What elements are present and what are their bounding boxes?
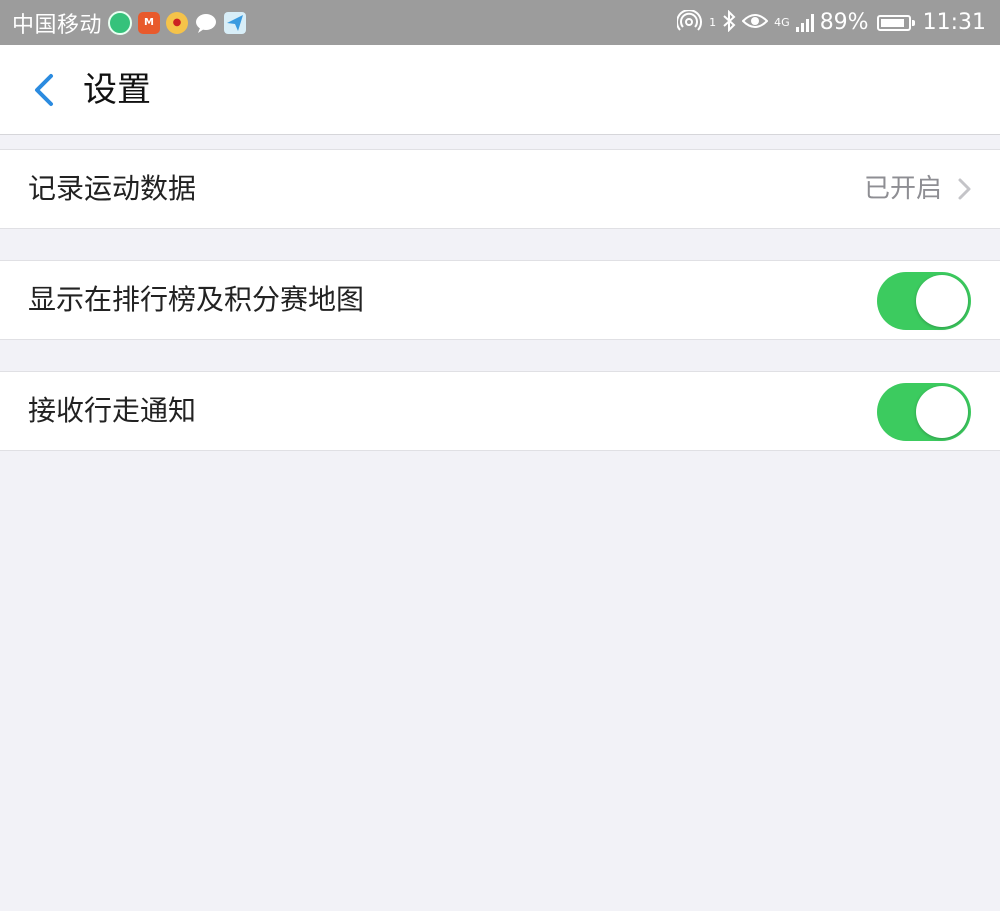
- eye-icon: [741, 11, 769, 35]
- battery-percent: 89%: [819, 10, 869, 35]
- settings-row-leaderboard: 显示在排行榜及积分赛地图: [0, 260, 1000, 340]
- leaderboard-toggle[interactable]: [877, 272, 971, 330]
- settings-row-label: 记录运动数据: [28, 172, 197, 205]
- battery-level-fill: [880, 18, 904, 27]
- green-app-icon: [108, 10, 133, 35]
- status-bar-left: 中国移动 M ●: [12, 7, 247, 39]
- orange-app-icon: M: [138, 11, 161, 34]
- hotspot-count: 1: [709, 16, 717, 29]
- settings-row-label: 显示在排行榜及积分赛地图: [28, 283, 365, 316]
- chevron-right-icon: [958, 178, 971, 200]
- walk-notification-toggle[interactable]: [877, 383, 971, 441]
- settings-row-walk-notification: 接收行走通知: [0, 371, 1000, 451]
- paper-plane-icon: [224, 11, 247, 34]
- hotspot-icon: [676, 8, 703, 36]
- network-type: 4G: [774, 16, 790, 29]
- battery-icon: [876, 14, 915, 31]
- settings-row-label: 接收行走通知: [28, 394, 197, 427]
- chat-bubble-icon: [194, 12, 218, 34]
- toggle-knob: [916, 275, 968, 327]
- clock: 11:31: [922, 10, 986, 35]
- toggle-knob: [916, 386, 968, 438]
- status-bar-right: 1 4G 89% 11:31: [676, 8, 986, 36]
- weibo-icon: ●: [166, 11, 189, 34]
- navigation-bar: 设置: [0, 45, 1000, 135]
- chevron-left-icon: [35, 74, 53, 106]
- status-bar: 中国移动 M ● 1 4G 89% 11:31: [0, 0, 1000, 45]
- bluetooth-icon: [722, 9, 736, 36]
- settings-row-value: 已开启: [863, 174, 942, 204]
- carrier-name: 中国移动: [12, 12, 103, 38]
- settings-row-record-data[interactable]: 记录运动数据 已开启: [0, 149, 1000, 229]
- page-title: 设置: [83, 70, 151, 110]
- signal-icon: [795, 13, 814, 32]
- back-button[interactable]: [22, 67, 66, 113]
